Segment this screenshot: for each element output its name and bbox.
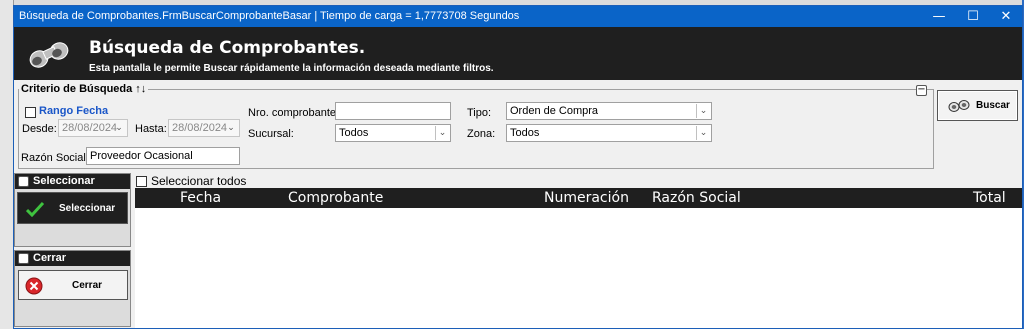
cerrar-panel: − Cerrar Cerrar <box>14 250 131 327</box>
collapse-criteria-icon[interactable]: − <box>916 85 927 96</box>
page-subtitle: Esta pantalla le permite Buscar rápidame… <box>89 63 494 74</box>
nro-comprobante-input[interactable] <box>335 102 451 120</box>
seleccionar-panel-header[interactable]: − Seleccionar <box>15 174 130 189</box>
sucursal-label: Sucursal: <box>248 128 294 140</box>
chevron-down-icon[interactable]: ⌄ <box>435 126 449 140</box>
cerrar-label: Cerrar <box>72 280 103 291</box>
seleccionar-button[interactable]: Seleccionar <box>17 192 128 224</box>
checkmark-icon <box>26 201 44 217</box>
binoculars-icon <box>948 100 970 112</box>
chevron-down-icon[interactable]: ⌄ <box>112 121 126 135</box>
seleccionar-panel: − Seleccionar Seleccionar <box>14 173 131 247</box>
column-header-total[interactable]: Total <box>973 190 1006 206</box>
column-header-comprobante[interactable]: Comprobante <box>288 190 383 206</box>
chevron-down-icon[interactable]: ⌄ <box>696 126 710 140</box>
desde-value: 28/08/2024 <box>62 122 118 134</box>
razon-social-label: Razón Social: <box>21 152 89 164</box>
cerrar-panel-header[interactable]: − Cerrar <box>15 251 130 266</box>
select-all-label[interactable]: Seleccionar todos <box>151 174 246 188</box>
collapse-icon[interactable]: − <box>18 176 29 187</box>
title-bar[interactable]: Búsqueda de Comprobantes.FrmBuscarCompro… <box>14 6 1022 27</box>
hasta-value: 28/08/2024 <box>172 122 228 134</box>
tipo-value: Orden de Compra <box>510 105 599 117</box>
chevron-down-icon[interactable]: ⌄ <box>224 121 238 135</box>
desde-label: Desde: <box>22 123 57 135</box>
select-all-checkbox[interactable] <box>136 176 147 187</box>
hasta-label: Hasta: <box>135 123 167 135</box>
rango-fecha-checkbox[interactable] <box>25 107 36 118</box>
minimize-button[interactable]: — <box>922 6 956 27</box>
screen: Búsqueda de Comprobantes.FrmBuscarCompro… <box>0 0 1024 329</box>
grid-header: Fecha Comprobante Numeración Razón Socia… <box>135 188 1022 208</box>
close-circle-icon <box>25 277 43 295</box>
search-window: Búsqueda de Comprobantes.FrmBuscarCompro… <box>13 5 1023 329</box>
criteria-legend[interactable]: Criterio de Búsqueda ↑↓ <box>19 83 149 95</box>
zona-select[interactable]: Todos ⌄ <box>506 124 712 142</box>
collapse-icon[interactable]: − <box>18 253 29 264</box>
chevron-down-icon[interactable]: ⌄ <box>696 104 710 118</box>
rango-fecha-label[interactable]: Rango Fecha <box>39 105 108 117</box>
seleccionar-panel-title: Seleccionar <box>33 175 95 187</box>
seleccionar-label: Seleccionar <box>59 203 116 214</box>
zona-value: Todos <box>510 127 540 139</box>
razon-social-input[interactable]: Proveedor Ocasional <box>86 147 240 165</box>
page-title: Búsqueda de Comprobantes. <box>89 38 366 58</box>
window-title: Búsqueda de Comprobantes.FrmBuscarCompro… <box>19 10 520 22</box>
maximize-button[interactable]: ☐ <box>956 6 990 27</box>
buscar-label: Buscar <box>976 100 1010 111</box>
column-header-fecha[interactable]: Fecha <box>180 190 221 206</box>
zona-label: Zona: <box>467 128 496 140</box>
header-banner: Búsqueda de Comprobantes. Esta pantalla … <box>14 27 1022 80</box>
close-button[interactable]: ✕ <box>989 6 1023 27</box>
hasta-date-picker[interactable]: 28/08/2024 ⌄ <box>168 119 240 137</box>
nro-comprobante-label: Nro. comprobante: <box>248 107 340 119</box>
column-header-numeracion[interactable]: Numeración <box>544 190 629 206</box>
tipo-label: Tipo: <box>467 107 492 119</box>
background-app-sidebar <box>0 0 14 329</box>
buscar-button[interactable]: Buscar <box>937 90 1018 121</box>
tipo-select[interactable]: Orden de Compra ⌄ <box>506 102 712 120</box>
column-header-razon-social[interactable]: Razón Social <box>652 190 741 206</box>
binoculars-icon <box>29 42 69 68</box>
cerrar-button[interactable]: Cerrar <box>18 270 128 300</box>
desde-date-picker[interactable]: 28/08/2024 ⌄ <box>58 119 128 137</box>
results-grid[interactable]: Fecha Comprobante Numeración Razón Socia… <box>135 188 1022 328</box>
sucursal-select[interactable]: Todos ⌄ <box>335 124 451 142</box>
sucursal-value: Todos <box>339 127 369 139</box>
cerrar-panel-title: Cerrar <box>33 252 67 264</box>
